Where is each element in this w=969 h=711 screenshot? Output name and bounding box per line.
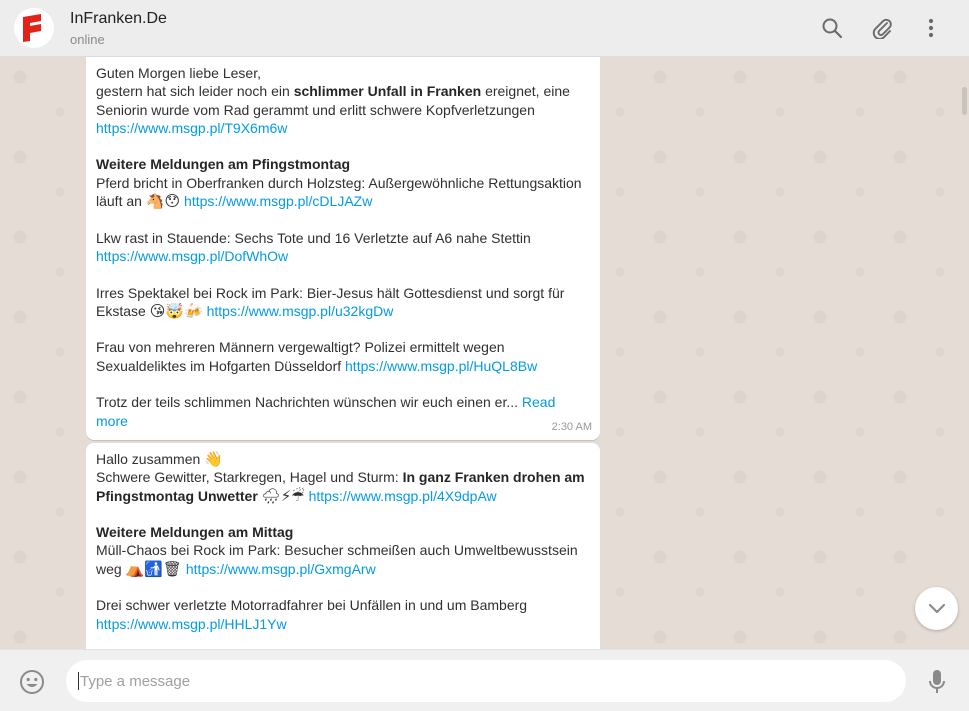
search-icon[interactable]: [819, 15, 845, 41]
message-link[interactable]: https://www.msgp.pl/HHLJ1Yw: [96, 616, 287, 632]
contact-name[interactable]: InFranken.De: [70, 10, 167, 28]
message-text: Irres Spektakel bei Rock im Park: Bier-J…: [96, 284, 565, 301]
message-text: Drei schwer verletzte Motorradfahrer bei…: [96, 597, 528, 614]
composer-bar: [0, 649, 969, 711]
message-text: Ekstase: [96, 302, 146, 319]
message-text: Hallo zusammen: [96, 451, 201, 467]
smiley-icon: [20, 670, 44, 694]
message-bold-text: In ganz Franken drohen am: [402, 469, 585, 486]
chat-area[interactable]: Guten Morgen liebe Leser, gestern hat si…: [0, 57, 969, 649]
emoji-button[interactable]: [18, 668, 46, 696]
message-bold-text: Pfingstmontag Unwetter: [96, 487, 258, 504]
message-heading: Weitere Meldungen am Mittag: [96, 524, 294, 541]
message-text: Guten Morgen liebe Leser,: [96, 65, 261, 81]
message-link[interactable]: https://www.msgp.pl/4X9dpAw: [309, 488, 497, 504]
message-text: Schwere Gewitter, Starkregen, Hagel und …: [96, 469, 403, 486]
infranken-logo-icon: [23, 14, 41, 42]
message-link[interactable]: https://www.msgp.pl/T9X6m6w: [96, 120, 287, 136]
message-text: Pferd bricht in Oberfranken durch Holzst…: [96, 174, 582, 191]
message-bold-text: schlimmer Unfall in Franken: [293, 83, 482, 100]
message-link[interactable]: https://www.msgp.pl/u32kgDw: [207, 303, 394, 319]
message-text: Müll-Chaos bei Rock im Park: Besucher sc…: [96, 542, 578, 559]
message-text: Sexualdeliktes im Hofgarten Düsseldorf: [96, 357, 342, 374]
waving-hand-emoji: 👋: [204, 450, 223, 468]
scrollbar-thumb[interactable]: [962, 87, 967, 115]
message-text: Lkw rast in Stauende: Sechs Tote und 16 …: [96, 229, 531, 246]
horse-surprised-emoji: 🐴😯: [145, 192, 181, 211]
message-text: weg: [96, 560, 122, 577]
menu-dots-icon[interactable]: [918, 15, 944, 41]
message-link[interactable]: https://www.msgp.pl/GxmgArw: [186, 561, 376, 577]
read-more-link[interactable]: more: [96, 413, 128, 429]
chat-header: InFranken.De online: [0, 0, 969, 57]
message-heading: Weitere Meldungen am Pfingstmontag: [96, 156, 351, 173]
party-emoji: 😘🤯🍻: [149, 301, 203, 320]
message-text: läuft an: [96, 193, 142, 210]
message-text: Frau von mehreren Männern vergewaltigt? …: [96, 339, 505, 356]
contact-status: online: [70, 32, 105, 47]
paperclip-icon[interactable]: [869, 15, 895, 41]
avatar[interactable]: [14, 8, 54, 48]
scroll-to-bottom-button[interactable]: [915, 587, 958, 630]
weather-emoji: 🌧⚡☔: [261, 486, 305, 505]
read-more-link[interactable]: Read: [522, 394, 555, 410]
message-link[interactable]: https://www.msgp.pl/DofWhOw: [96, 248, 288, 264]
microphone-icon: [929, 670, 945, 693]
message-text: gestern hat sich leider noch ein: [96, 83, 294, 100]
trash-tent-emoji: ⛺🚮🗑: [125, 559, 182, 578]
microphone-button[interactable]: [924, 668, 950, 696]
message-text: Seniorin wurde vom Rad gerammt und erlit…: [96, 101, 535, 118]
message-timestamp: 2:30 AM: [551, 420, 592, 433]
message-text: ereignet, eine: [481, 83, 570, 100]
message-link[interactable]: https://www.msgp.pl/cDLJAZw: [184, 193, 372, 209]
message-text: Trotz der teils schlimmen Nachrichten wü…: [96, 394, 518, 411]
message-link[interactable]: https://www.msgp.pl/HuQL8Bw: [345, 358, 537, 374]
message-input[interactable]: [66, 660, 906, 702]
message-bubble: Hallo zusammen 👋 Schwere Gewitter, Stark…: [86, 443, 600, 649]
text-caret: [78, 672, 79, 690]
message-bubble: Guten Morgen liebe Leser, gestern hat si…: [86, 57, 600, 440]
chevron-down-icon: [928, 603, 945, 613]
